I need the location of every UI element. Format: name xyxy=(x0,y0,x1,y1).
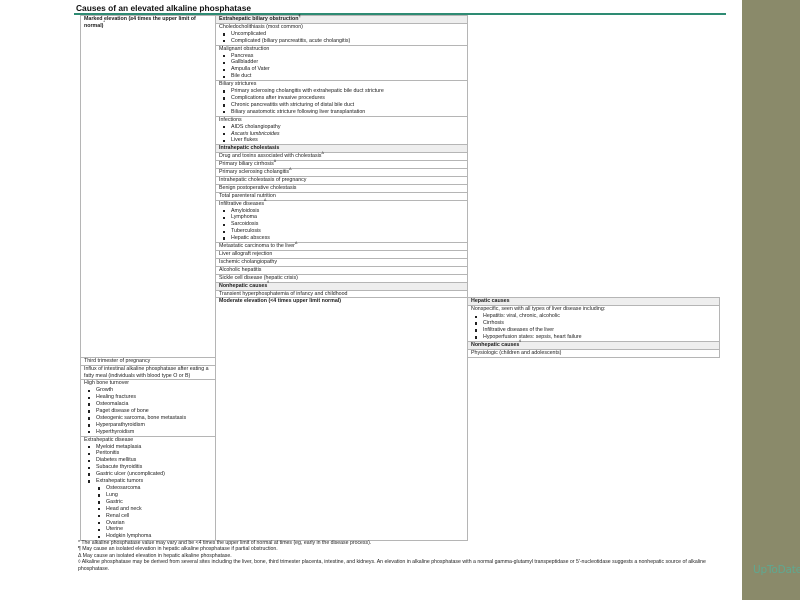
infections-cell: Infections AIDS cholangiopathy Ascaris l… xyxy=(215,115,468,146)
section-heading-extrahepatic: Extrahepatic biliary obstruction¶ xyxy=(215,14,468,24)
list-item: Growth xyxy=(88,387,215,394)
malignant-obstruction-cell: Malignant obstruction Pancreas Gallbladd… xyxy=(215,44,468,82)
list-item: Gastric xyxy=(98,499,215,506)
list-item: Hyperparathyroidism xyxy=(88,422,215,429)
section-heading-nonhepatic-moderate: Nonhepatic causes◊ xyxy=(467,340,720,350)
section-heading-nonhepatic-marked: Nonhepatic causes◊ xyxy=(215,280,468,291)
list-item: Chronic pancreatitis with stricturing of… xyxy=(223,102,467,109)
list-item: Lymphoma xyxy=(223,214,467,221)
list-item: Biliary anastomotic stricture following … xyxy=(223,109,467,116)
list-item: Cirrhosis xyxy=(475,320,719,327)
list-item: Subacute thyroiditis xyxy=(88,464,215,471)
list-item: Ascaris lumbricoides xyxy=(223,131,467,138)
biliary-strictures-cell: Biliary strictures Primary sclerosing ch… xyxy=(215,80,468,117)
table-cell: Alcoholic hepatitis xyxy=(215,265,468,275)
list-item: Myeloid metaplasia xyxy=(88,444,215,451)
table-cell: Third trimester of pregnancy xyxy=(80,356,216,366)
list-item: Gastric ulcer (uncomplicated) xyxy=(88,471,215,478)
moderate-elevation-label: Moderate elevation (<4 times upper limit… xyxy=(215,297,468,542)
page-title: Causes of an elevated alkaline phosphata… xyxy=(76,3,252,13)
list-item: Complicated (biliary pancreatitis, acute… xyxy=(223,38,467,45)
footnote: ◊ Alkaline phosphatase may be derived fr… xyxy=(78,559,706,572)
list-item: Renal cell xyxy=(98,513,215,520)
list-item: Gallbladder xyxy=(223,59,467,66)
marked-elevation-label: Marked elevation (≥4 times the upper lim… xyxy=(80,15,216,358)
table-cell: Benign postoperative cholestasis xyxy=(215,183,468,193)
list-item: Infiltrative diseases of the liver xyxy=(475,327,719,334)
list-item: Liver flukes xyxy=(223,137,467,144)
list-item: Paget disease of bone xyxy=(88,408,215,415)
section-heading-hepatic-moderate: Hepatic causes xyxy=(467,297,720,307)
table-cell: Intrahepatic cholestasis of pregnancy xyxy=(215,175,468,185)
table-cell: Influx of intestinal alkaline phosphatas… xyxy=(80,364,216,381)
list-item: Sarcoidosis xyxy=(223,221,467,228)
list-item: Amyloidosis xyxy=(223,208,467,215)
list-item: Lung xyxy=(98,492,215,499)
list-item: Osteomalacia xyxy=(88,401,215,408)
list-item: Extrahepatic tumors Osteosarcoma Lung Ga… xyxy=(88,478,215,540)
list-item: Head and neck xyxy=(98,506,215,513)
table-row: Marked elevation (≥4 times the upper lim… xyxy=(80,14,720,358)
list-item: Hyperthyroidism xyxy=(88,429,215,436)
table-cell: Drug and toxins associated with cholesta… xyxy=(215,151,468,162)
table-cell: Liver allograft rejection xyxy=(215,250,468,259)
table-cell: Ischemic cholangiopathy xyxy=(215,257,468,267)
table-cell: Sickle cell disease (hepatic crisis) xyxy=(215,273,468,283)
list-item: Ovarian xyxy=(98,520,215,527)
table-cell: Transient hyperphosphatemia of infancy a… xyxy=(215,289,468,299)
list-item: Ampulla of Vater xyxy=(223,66,467,73)
table-cell: Physiologic (children and adolescents) xyxy=(467,348,720,358)
section-heading-intrahepatic: Intrahepatic cholestasis xyxy=(215,144,468,154)
footnotes: * The alkaline phosphatase value may var… xyxy=(78,540,726,572)
causes-table: Marked elevation (≥4 times the upper lim… xyxy=(80,14,720,542)
list-item: Hepatic abscess xyxy=(223,235,467,242)
list-item: Uncomplicated xyxy=(223,31,467,38)
uptodate-logo: UpToDate® xyxy=(753,564,800,576)
list-item: Pancreas xyxy=(223,53,467,60)
infiltrative-diseases-cell: Infiltrative diseasesΔ Amyloidosis Lymph… xyxy=(215,198,468,244)
list-item: Primary sclerosing cholangitis with extr… xyxy=(223,88,467,95)
choledocholithiasis-cell: Choledocholithiasis (most common) Uncomp… xyxy=(215,22,468,46)
list-item: Healing fractures xyxy=(88,394,215,401)
list-item: Diabetes mellitus xyxy=(88,457,215,464)
side-band xyxy=(742,0,800,600)
list-item: Osteosarcoma xyxy=(98,485,215,492)
list-item: Tuberculosis xyxy=(223,228,467,235)
list-item: Osteogenic sarcoma, bone metastasis xyxy=(88,415,215,422)
document-page: Causes of an elevated alkaline phosphata… xyxy=(74,0,800,600)
list-item: Peritonitis xyxy=(88,450,215,457)
list-item: Uterine xyxy=(98,526,215,533)
table-cell: Metastatic carcinoma to the liverΔ xyxy=(215,241,468,251)
list-item: Complications after invasive procedures xyxy=(223,95,467,102)
table-cell: Primary sclerosing cholangitisΔ xyxy=(215,167,468,177)
table-cell: Primary biliary cirrhosisΔ xyxy=(215,159,468,170)
extrahepatic-disease-cell: Extrahepatic disease Myeloid metaplasia … xyxy=(80,435,216,542)
list-item: Bile duct xyxy=(223,73,467,80)
high-bone-turnover-cell: High bone turnover Growth Healing fractu… xyxy=(80,379,216,437)
list-item: AIDS cholangiopathy xyxy=(223,124,467,131)
list-item: Hepatitis: viral, chronic, alcoholic xyxy=(475,313,719,320)
table-cell: Total parenteral nutrition xyxy=(215,191,468,201)
hepatic-nonspecific-cell: Nonspecific, seen with all types of live… xyxy=(467,305,720,342)
